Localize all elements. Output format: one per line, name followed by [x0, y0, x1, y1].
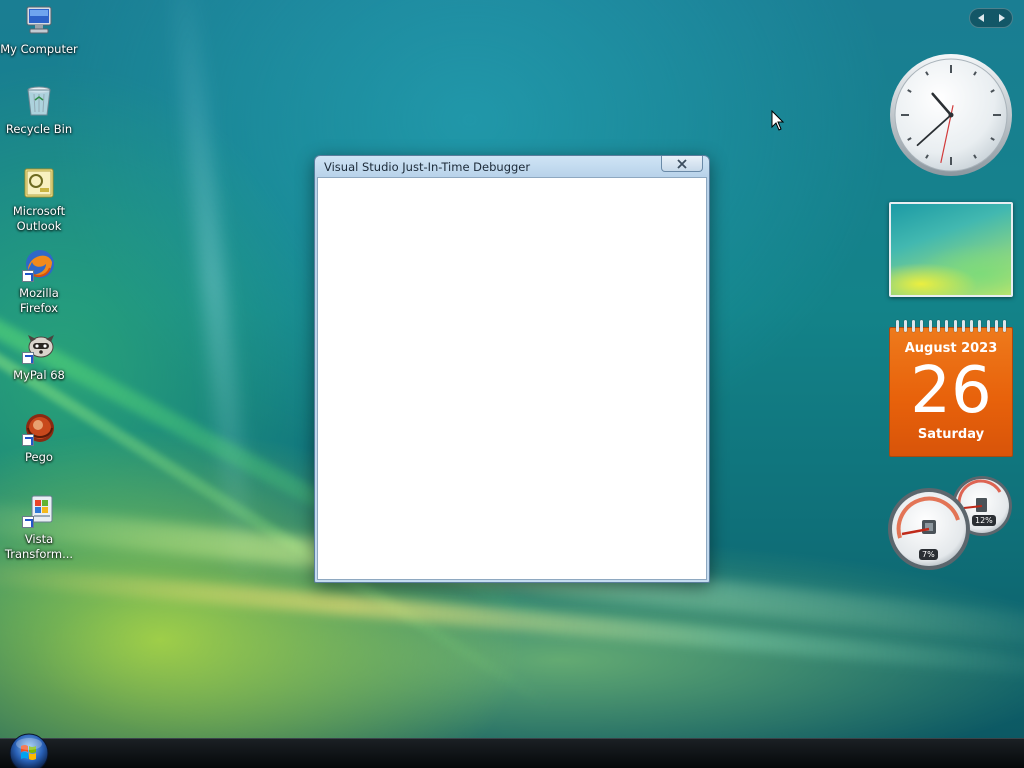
desktop-icon-label: Mozilla Firefox	[19, 286, 59, 315]
desktop-icon-my-computer[interactable]: My Computer	[0, 4, 78, 57]
mouse-cursor-icon	[771, 109, 785, 132]
desktop-icon-vista-transformation[interactable]: Vista Transform...	[0, 494, 78, 562]
desktop-icon-label: Vista Transform...	[4, 532, 74, 561]
calendar-weekday: Saturday	[917, 427, 985, 442]
clock-gadget[interactable]	[888, 52, 1014, 178]
taskbar[interactable]	[0, 738, 1024, 768]
calendar-day: 26	[910, 354, 992, 428]
memory-usage-readout: 12%	[972, 515, 996, 526]
pego-icon	[22, 412, 56, 446]
cpu-meter-gadget[interactable]: 7% 12%	[886, 474, 1016, 574]
chevron-left-icon[interactable]	[977, 14, 984, 22]
outlook-icon	[22, 166, 56, 200]
wallpaper-streak	[166, 0, 260, 600]
calendar-gadget[interactable]: August 2023 26 Saturday	[889, 320, 1013, 457]
desktop-icon-label: Recycle Bin	[5, 122, 73, 136]
mypal-icon	[22, 330, 56, 364]
desktop-icon-label: MyPal 68	[13, 368, 65, 382]
shortcut-arrow-icon	[22, 352, 34, 364]
window-client-area[interactable]	[317, 177, 707, 580]
window-title: Visual Studio Just-In-Time Debugger	[324, 160, 531, 174]
desktop-icon-mypal[interactable]: MyPal 68	[0, 330, 78, 383]
sidebar-navigation	[969, 8, 1013, 28]
desktop-icon-pego[interactable]: Pego	[0, 412, 78, 465]
debugger-window[interactable]: Visual Studio Just-In-Time Debugger	[314, 155, 710, 583]
slideshow-gadget[interactable]	[889, 202, 1013, 297]
window-titlebar[interactable]: Visual Studio Just-In-Time Debugger	[315, 156, 709, 177]
desktop-icon-label: Pego	[25, 450, 53, 464]
chevron-right-icon[interactable]	[998, 14, 1005, 22]
desktop-icon-firefox[interactable]: Mozilla Firefox	[0, 248, 78, 316]
calendar-page: August 2023 26 Saturday	[889, 327, 1013, 457]
desktop-icon-recycle-bin[interactable]: Recycle Bin	[0, 84, 78, 137]
cpu-usage-readout: 7%	[919, 549, 938, 560]
close-icon	[677, 158, 687, 169]
firefox-icon	[22, 248, 56, 282]
desktop-icon-label: My Computer	[0, 42, 78, 56]
shortcut-arrow-icon	[22, 516, 34, 528]
desktop-icon-outlook[interactable]: Microsoft Outlook	[0, 166, 78, 234]
shortcut-arrow-icon	[22, 434, 34, 446]
start-button[interactable]	[8, 732, 50, 768]
shortcut-arrow-icon	[22, 270, 34, 282]
close-button[interactable]	[661, 156, 703, 172]
calendar-rings	[889, 320, 1013, 332]
computer-icon	[22, 4, 56, 38]
desktop-icon-label: Microsoft Outlook	[12, 204, 66, 233]
vista-transformation-icon	[22, 494, 56, 528]
recycle-bin-icon	[22, 84, 56, 118]
windows-orb-icon	[9, 733, 49, 768]
